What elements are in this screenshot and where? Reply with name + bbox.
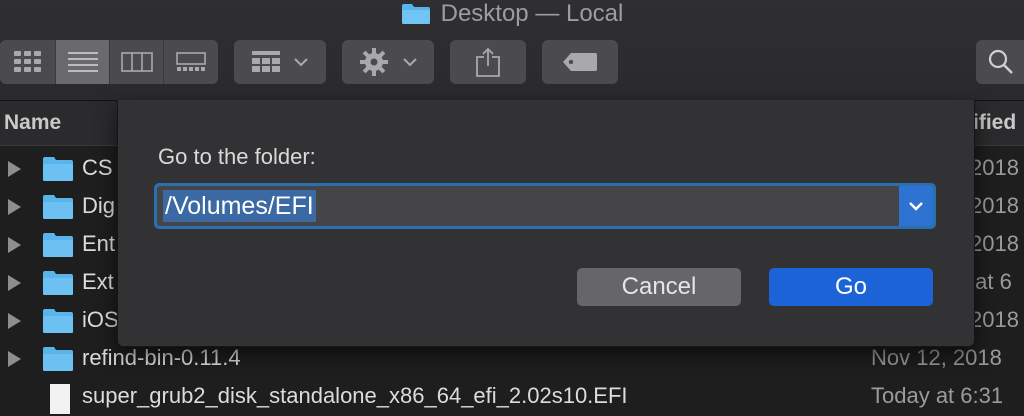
folder-icon [43, 233, 73, 257]
disclosure-triangle-icon[interactable] [8, 237, 21, 253]
columns-icon [120, 52, 153, 72]
cancel-button[interactable]: Cancel [577, 268, 741, 306]
column-header-date-modified[interactable]: ified [973, 111, 1016, 135]
disclosure-triangle-icon[interactable] [8, 161, 21, 177]
list-view-button[interactable] [56, 40, 110, 84]
window-title: Desktop — Local [440, 0, 624, 27]
icon-view-button[interactable] [0, 40, 56, 84]
group-grid-icon [252, 51, 280, 72]
folder-icon [401, 3, 431, 25]
go-button[interactable]: Go [769, 268, 933, 306]
window-title-area: Desktop — Local [0, 0, 1024, 28]
file-name: Dig [82, 193, 116, 218]
path-field-frame: /Volumes/EFI [157, 186, 933, 226]
file-date: 2018 [970, 193, 1019, 218]
folder-icon [43, 271, 73, 295]
search-button[interactable] [976, 40, 1024, 84]
file-date: 2018 [970, 307, 1019, 332]
share-icon [476, 47, 500, 77]
folder-icon [43, 347, 73, 371]
disclosure-triangle-icon[interactable] [8, 275, 21, 291]
file-name: Ent [82, 231, 116, 256]
gallery-icon [176, 52, 206, 71]
disclosure-triangle-icon[interactable] [8, 351, 21, 367]
document-icon [50, 384, 70, 414]
path-history-dropdown[interactable] [899, 186, 933, 226]
gallery-view-button[interactable] [164, 40, 218, 84]
column-view-button[interactable] [110, 40, 164, 84]
chevron-down-icon [909, 202, 923, 211]
column-header-name[interactable]: Name [4, 111, 61, 135]
file-name: iOS [82, 307, 119, 332]
action-menu-button[interactable] [342, 40, 434, 84]
list-item[interactable]: super_grub2_disk_standalone_x86_64_efi_2… [0, 378, 1024, 416]
icon-grid-icon [13, 51, 41, 72]
path-input[interactable]: /Volumes/EFI [163, 190, 316, 222]
window-titlebar: Desktop — Local [0, 0, 1024, 101]
dialog-label: Go to the folder: [158, 144, 316, 169]
file-date: Today at 6:31 [871, 383, 1004, 408]
file-name: refind-bin-0.11.4 [82, 345, 241, 370]
path-combo-box[interactable]: /Volumes/EFI [154, 183, 936, 229]
search-icon [988, 49, 1013, 74]
folder-icon [43, 309, 73, 333]
group-by-button[interactable] [234, 40, 326, 84]
disclosure-triangle-icon[interactable] [8, 313, 21, 329]
share-button[interactable] [450, 40, 526, 84]
gear-icon [360, 48, 388, 76]
file-date: 2018 [970, 231, 1019, 256]
chevron-down-icon [403, 57, 417, 66]
chevron-down-icon [294, 57, 308, 66]
list-lines-icon [67, 52, 98, 72]
tag-icon [563, 53, 597, 71]
file-date: 2018 [970, 155, 1019, 180]
folder-icon [43, 157, 73, 181]
file-date: Nov 12, 2018 [871, 345, 1002, 370]
folder-icon [43, 195, 73, 219]
view-mode-segmented-control[interactable] [0, 40, 218, 84]
file-name: CS [82, 155, 113, 180]
tags-button[interactable] [542, 40, 618, 84]
go-to-folder-dialog: Go to the folder: /Volumes/EFI Cancel Go [117, 100, 975, 347]
file-name: super_grub2_disk_standalone_x86_64_efi_2… [82, 383, 628, 408]
file-name: Ext [82, 269, 114, 294]
disclosure-triangle-icon[interactable] [8, 199, 21, 215]
